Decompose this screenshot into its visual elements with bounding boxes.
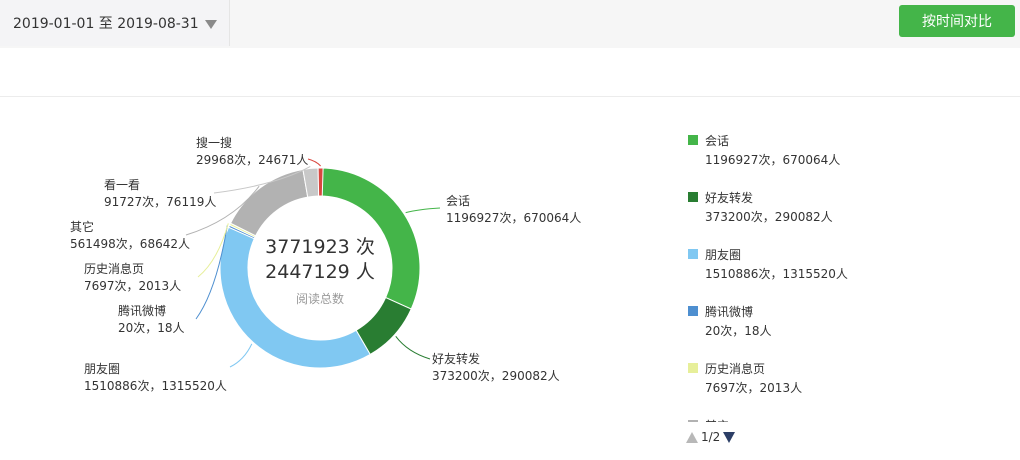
legend-name-0: 会话	[705, 134, 730, 148]
legend-item-2[interactable]: 朋友圈 1510886次，1315520人	[686, 244, 886, 301]
slice-label-name-3: 腾讯微博	[118, 303, 166, 318]
legend-item-4[interactable]: 历史消息页 7697次，2013人	[686, 358, 886, 415]
legend-pager: 1/2	[686, 428, 736, 446]
pager-next-icon[interactable]	[723, 431, 736, 443]
slice-label-name-5: 其它	[70, 219, 94, 234]
slice-label-value-7: 29968次，24671人	[196, 153, 308, 167]
center-total-reads: 3771923 次	[265, 236, 375, 258]
slice-label-value-5: 561498次，68642人	[70, 237, 190, 251]
legend-value-2: 1510886次，1315520人	[705, 267, 848, 281]
legend-item-1[interactable]: 好友转发 373200次，290082人	[686, 187, 886, 244]
legend-item-0[interactable]: 会话 1196927次，670064人	[686, 130, 886, 187]
legend-swatch-4	[688, 363, 698, 373]
legend-value-0: 1196927次，670064人	[705, 153, 841, 167]
legend-item-5[interactable]: 其它561498次，68642人	[686, 415, 886, 422]
legend-value-1: 373200次，290082人	[705, 210, 833, 224]
compare-by-time-button[interactable]: 按时间对比	[899, 5, 1015, 37]
legend-swatch-1	[688, 192, 698, 202]
top-bar: 2019-01-01 至 2019-08-31 按时间对比	[0, 0, 1020, 48]
slice-label-name-7: 搜一搜	[196, 135, 232, 150]
slice-label-name-6: 看一看	[104, 178, 140, 192]
leader-line-2	[229, 343, 253, 368]
legend-name-5: 其它	[705, 417, 729, 422]
legend-item-3[interactable]: 腾讯微博 20次，18人	[686, 301, 886, 358]
donut-chart: 会话 1196927次，670064人好友转发 373200次，290082人 朋友圈…	[70, 135, 581, 393]
slice-label-value-2: 1510886次，1315520人	[84, 379, 227, 393]
slice-label-value-6: 91727次，76119人	[104, 195, 216, 209]
slice-label-name-1: 好友转发	[432, 351, 480, 366]
donut-slice-5[interactable]	[229, 168, 309, 237]
donut-slice-7[interactable]	[317, 167, 324, 197]
legend-swatch-0	[688, 135, 698, 145]
leader-line-0	[405, 207, 441, 214]
slice-label-value-1: 373200次，290082人	[432, 369, 560, 383]
slice-label-name-4: 历史消息页	[84, 261, 144, 276]
legend-name-4: 历史消息页	[705, 362, 766, 376]
legend-value-3: 20次，18人	[705, 324, 772, 338]
legend-name-2: 朋友圈	[705, 248, 742, 262]
leader-line-7	[307, 158, 322, 167]
pager-prev-icon[interactable]	[686, 431, 698, 443]
slice-label-name-0: 会话	[446, 194, 470, 208]
legend-value-4: 7697次，2013人	[705, 381, 803, 395]
leader-line-1	[395, 336, 431, 360]
date-range-picker[interactable]: 2019-01-01 至 2019-08-31	[0, 0, 230, 46]
legend-swatch-2	[688, 249, 698, 259]
chart-legend: 会话 1196927次，670064人 好友转发 373200次，290082人 朋友圈…	[686, 130, 886, 422]
slice-label-name-2: 朋友圈	[84, 362, 120, 376]
slice-label-value-0: 1196927次，670064人	[446, 211, 581, 225]
legend-name-1: 好友转发	[705, 191, 754, 205]
date-range-text: 2019-01-01 至 2019-08-31	[13, 16, 199, 32]
center-total-people: 2447129 人	[265, 261, 375, 283]
legend-swatch-3	[688, 306, 698, 316]
legend-swatch-5	[688, 420, 698, 422]
caret-down-icon[interactable]	[204, 19, 217, 29]
center-caption: 阅读总数	[296, 291, 344, 306]
legend-name-3: 腾讯微博	[705, 305, 754, 319]
pager-text: 1/2	[701, 430, 721, 444]
slice-label-value-3: 20次，18人	[118, 321, 185, 335]
slice-label-value-4: 7697次，2013人	[84, 279, 181, 293]
toolbar-area	[0, 48, 1020, 97]
